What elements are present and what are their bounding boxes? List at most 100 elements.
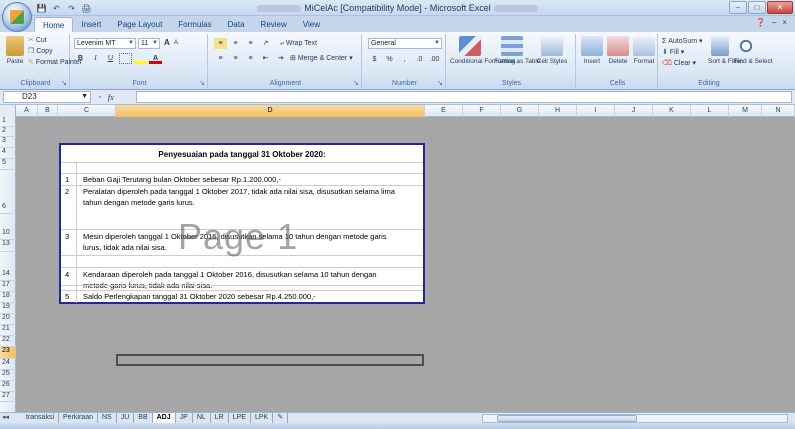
row-header[interactable]: 25 — [0, 370, 16, 381]
align-left-icon[interactable]: ≡ — [214, 53, 227, 64]
column-header-selected[interactable]: D — [116, 105, 425, 117]
zoom-icon[interactable]: ◔ — [97, 93, 102, 102]
cell-styles-button[interactable]: Cell Styles — [534, 36, 570, 65]
row-header[interactable]: 4 — [0, 148, 16, 159]
tab-data[interactable]: Data — [220, 17, 253, 32]
insert-sheet-icon[interactable]: ✎ — [273, 413, 289, 423]
close-button[interactable]: ✕ — [767, 1, 793, 14]
active-cell[interactable] — [116, 354, 424, 366]
shrink-font-button[interactable]: A — [174, 39, 178, 48]
row-header[interactable]: 14 — [0, 252, 16, 281]
fill-button[interactable]: ⬇ Fill ▾ — [662, 48, 684, 57]
paste-button[interactable]: Paste — [4, 36, 26, 65]
percent-icon[interactable]: % — [383, 54, 396, 65]
decrease-decimal-icon[interactable]: .00 — [428, 54, 441, 65]
row-header[interactable]: 1 — [0, 117, 16, 127]
column-header[interactable]: M — [729, 105, 762, 117]
conditional-formatting-button[interactable]: Conditional Formatting — [450, 36, 515, 65]
number-format-select[interactable]: General ▼ — [368, 38, 442, 49]
horizontal-scrollbar[interactable] — [482, 414, 788, 423]
sheet-tab[interactable]: Perkiraan — [59, 413, 98, 423]
row-header[interactable]: 10 — [0, 214, 16, 240]
column-header[interactable]: G — [501, 105, 539, 117]
minimize-button[interactable]: – — [729, 1, 747, 14]
align-center-icon[interactable]: ≡ — [229, 53, 242, 64]
sheet-tab[interactable]: LPE — [229, 413, 251, 423]
format-as-table-button[interactable]: Format as Table — [494, 36, 540, 65]
decrease-indent-icon[interactable]: ⇤ — [259, 53, 272, 64]
grow-font-button[interactable]: A — [164, 38, 170, 47]
row-header-selected[interactable]: 23 — [0, 347, 16, 359]
formula-input[interactable] — [136, 91, 792, 103]
row-header[interactable]: 3 — [0, 137, 16, 148]
help-icon[interactable]: ❓ — [756, 18, 766, 27]
cut-button[interactable]: ✂ Cut — [28, 36, 47, 45]
tab-view[interactable]: View — [295, 17, 328, 32]
currency-icon[interactable]: $ — [368, 54, 381, 65]
column-header[interactable]: C — [58, 105, 116, 117]
scroll-thumb[interactable] — [497, 415, 637, 422]
wrap-text-button[interactable]: ⤶ Wrap Text — [280, 39, 317, 48]
ribbon-minimize-icon[interactable]: – — [772, 18, 776, 27]
row-header[interactable]: 2 — [0, 127, 16, 137]
row-header[interactable]: 24 — [0, 359, 16, 370]
fx-icon[interactable]: fx — [108, 93, 114, 102]
column-header[interactable]: H — [539, 105, 577, 117]
comma-icon[interactable]: , — [398, 54, 411, 65]
worksheet-grid[interactable]: A B C D E F G H I J K L M N 1 2 3 4 5 6 … — [0, 105, 795, 412]
column-header[interactable]: A — [16, 105, 38, 117]
sheet-tab[interactable]: NL — [193, 413, 211, 423]
row-header[interactable]: 17 — [0, 281, 16, 292]
increase-indent-icon[interactable]: ⇥ — [274, 53, 287, 64]
font-color-icon[interactable]: A — [149, 53, 162, 64]
row-header[interactable]: 22 — [0, 336, 16, 347]
tab-formulas[interactable]: Formulas — [170, 17, 219, 32]
autosum-button[interactable]: Σ AutoSum ▾ — [662, 37, 703, 46]
first-sheet-icon[interactable]: ◂◂ — [2, 413, 9, 423]
column-header[interactable]: I — [577, 105, 615, 117]
column-header[interactable]: E — [425, 105, 463, 117]
underline-button[interactable]: U — [104, 53, 117, 64]
column-header[interactable]: K — [653, 105, 691, 117]
sheet-tab[interactable]: LR — [211, 413, 229, 423]
borders-icon[interactable] — [119, 53, 132, 64]
delete-cells-button[interactable]: Delete — [606, 36, 630, 65]
maximize-button[interactable]: □ — [748, 1, 766, 14]
office-button[interactable] — [2, 2, 32, 32]
sheet-tab-active[interactable]: ADJ — [152, 413, 176, 423]
column-header[interactable]: F — [463, 105, 501, 117]
row-header[interactable]: 21 — [0, 325, 16, 336]
clear-button[interactable]: ⌫ Clear ▾ — [662, 59, 696, 68]
sheet-tab[interactable]: JP — [176, 413, 193, 423]
increase-decimal-icon[interactable]: .0 — [413, 54, 426, 65]
bold-button[interactable]: B — [74, 53, 87, 64]
sort-filter-button[interactable]: Sort & Filter — [708, 36, 742, 65]
row-header[interactable]: 6 — [0, 170, 16, 214]
orientation-icon[interactable]: ↗ — [259, 38, 272, 49]
column-header[interactable]: J — [615, 105, 653, 117]
merge-center-button[interactable]: ⊞ Merge & Center ▾ — [290, 54, 353, 63]
tab-insert[interactable]: Insert — [73, 17, 109, 32]
row-header[interactable]: 18 — [0, 292, 16, 303]
insert-cells-button[interactable]: Insert — [580, 36, 604, 65]
format-cells-button[interactable]: Format — [632, 36, 656, 65]
tab-review[interactable]: Review — [253, 17, 295, 32]
align-top-icon[interactable]: ≡ — [214, 38, 227, 49]
tab-page-layout[interactable]: Page Layout — [109, 17, 170, 32]
row-header[interactable]: 5 — [0, 159, 16, 170]
select-all-button[interactable] — [0, 105, 16, 117]
fill-color-icon[interactable] — [134, 53, 147, 64]
italic-button[interactable]: I — [89, 53, 102, 64]
row-header[interactable]: 27 — [0, 392, 16, 402]
align-bottom-icon[interactable]: ≡ — [244, 38, 257, 49]
sheet-tab[interactable]: transaksi — [22, 413, 60, 423]
name-box[interactable]: D23 ▼ — [3, 91, 91, 103]
sheet-tab[interactable]: LPK — [251, 413, 274, 423]
align-middle-icon[interactable]: ≡ — [229, 38, 242, 49]
sheet-tab[interactable]: JU — [117, 413, 135, 423]
sheet-tab[interactable]: NS — [98, 413, 117, 423]
copy-button[interactable]: ❐ Copy — [28, 47, 53, 56]
row-header[interactable]: 26 — [0, 381, 16, 392]
font-size-select[interactable]: 11 ▼ — [138, 38, 160, 49]
workbook-close-icon[interactable]: × — [782, 18, 787, 27]
